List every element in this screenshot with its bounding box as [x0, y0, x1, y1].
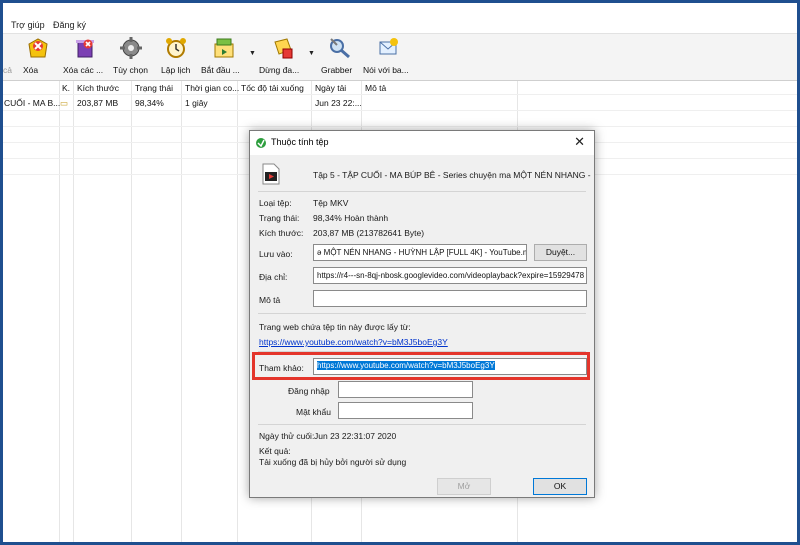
grabber-label: Grabber — [321, 65, 353, 75]
start-queue-button[interactable]: Bắt đầu ... — [201, 36, 247, 80]
file-type-value: Tệp MKV — [313, 198, 349, 208]
tell-friend-label: Nói với ba... — [363, 65, 409, 75]
grabber-icon — [330, 38, 350, 59]
column-header-queue[interactable]: K. — [62, 83, 70, 93]
menu-bar: Trợ giúp Đăng ký — [3, 3, 797, 33]
alarm-clock-icon — [166, 38, 186, 58]
row-file-name: CUỐI - MA B... — [4, 98, 61, 108]
description-label: Mô tả — [259, 295, 281, 305]
column-header-size[interactable]: Kích thước — [77, 83, 119, 93]
stop-queue-icon — [274, 38, 293, 59]
row-date: Jun 23 22:... — [315, 98, 362, 108]
delete-button[interactable]: Xóa — [23, 36, 53, 80]
stop-queue-label: Dừng đa... — [259, 65, 300, 75]
column-header-date[interactable]: Ngày tải — [315, 83, 346, 93]
gear-icon — [120, 37, 142, 59]
size-label: Kích thước: — [259, 228, 304, 238]
ok-button[interactable]: OK — [533, 478, 587, 495]
login-label: Đăng nhập — [288, 386, 330, 396]
toolbar: cả Xóa Xóa các ... Tùy chọn Lập lịch Bắt… — [3, 33, 797, 81]
file-name: Tập 5 - TẬP CUỐI - MA BÚP BÊ - Series ch… — [313, 170, 591, 180]
app-icon — [256, 138, 266, 148]
menu-help[interactable]: Trợ giúp — [11, 20, 45, 30]
login-field[interactable] — [338, 381, 473, 398]
scheduler-label: Lập lịch — [161, 65, 191, 75]
start-queue-label: Bắt đầu ... — [201, 65, 240, 75]
start-queue-dropdown-icon[interactable]: ▼ — [249, 50, 256, 57]
column-header-time[interactable]: Thời gian co... — [185, 83, 239, 93]
size-value: 203,87 MB (213782641 Byte) — [313, 228, 425, 238]
tell-friend-button[interactable]: Nói với ba... — [363, 36, 413, 80]
referer-highlight-box — [252, 352, 590, 380]
options-button[interactable]: Tùy chọn — [113, 36, 149, 80]
options-label: Tùy chọn — [113, 65, 148, 75]
column-header-status[interactable]: Trạng thái — [135, 83, 173, 93]
close-icon[interactable]: ✕ — [574, 134, 585, 150]
save-to-label: Lưu vào: — [259, 249, 293, 259]
delete-icon — [28, 38, 48, 58]
delete-completed-button[interactable]: Xóa các ... — [63, 36, 107, 80]
row-size: 203,87 MB — [77, 98, 119, 108]
result-value: Tải xuống đã bị hủy bởi người sử dụng — [259, 457, 407, 467]
browse-button[interactable]: Duyệt... — [534, 244, 587, 261]
open-button[interactable]: Mở — [437, 478, 491, 495]
password-field[interactable] — [338, 402, 473, 419]
tell-friend-icon — [379, 38, 398, 55]
menu-register[interactable]: Đăng ký — [53, 20, 86, 30]
toolbar-stub-button[interactable]: cả — [3, 36, 17, 80]
status-label: Trạng thái: — [259, 213, 300, 223]
result-label: Kết quả: — [259, 446, 291, 456]
video-file-icon — [262, 163, 280, 185]
folder-icon: ▭ — [60, 98, 69, 108]
description-field[interactable] — [313, 290, 587, 307]
column-header-description[interactable]: Mô tả — [365, 83, 386, 93]
stop-queue-dropdown-icon[interactable]: ▼ — [308, 50, 315, 57]
scheduler-button[interactable]: Lập lịch — [161, 36, 191, 80]
delete-completed-label: Xóa các ... — [63, 65, 104, 75]
column-header-speed[interactable]: Tốc độ tải xuống — [241, 83, 304, 93]
source-page-link[interactable]: https://www.youtube.com/watch?v=bM3J5boE… — [259, 337, 448, 347]
last-try-value: Jun 23 22:31:07 2020 — [314, 431, 397, 441]
address-label: Địa chỉ: — [259, 272, 288, 282]
dialog-title-bar[interactable]: Thuộc tính tệp ✕ — [250, 131, 594, 155]
status-value: 98,34% Hoàn thành — [313, 213, 389, 223]
file-properties-dialog: Thuộc tính tệp ✕ Tập 5 - TẬP CUỐI - MA B… — [249, 130, 595, 498]
row-status: 98,34% — [135, 98, 164, 108]
delete-label: Xóa — [23, 65, 39, 75]
row-time: 1 giây — [185, 98, 208, 108]
last-try-label: Ngày thử cuối: — [259, 431, 315, 441]
save-to-field[interactable]: ə MỘT NÉN NHANG - HUỲNH LẬP [FULL 4K] - … — [313, 244, 527, 261]
delete-completed-icon — [76, 39, 94, 58]
grabber-button[interactable]: Grabber — [321, 36, 359, 80]
file-type-label: Loại tệp: — [259, 198, 292, 208]
password-label: Mật khẩu — [296, 407, 331, 417]
stop-queue-button[interactable]: Dừng đa... — [259, 36, 307, 80]
start-queue-icon — [214, 38, 234, 58]
toolbar-stub-label: cả — [3, 65, 12, 75]
address-field[interactable]: https://r4---sn-8qj-nbosk.googlevideo.co… — [313, 267, 587, 284]
dialog-title: Thuộc tính tệp — [271, 137, 329, 147]
source-page-text: Trang web chứa tệp tin này được lấy từ: — [259, 322, 411, 332]
